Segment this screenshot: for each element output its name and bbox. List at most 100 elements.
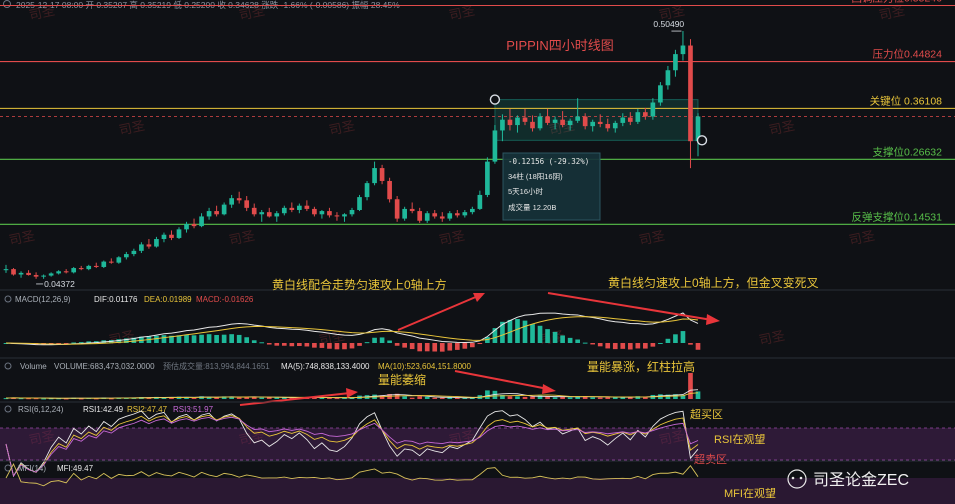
measure-duration: 5天16小时 — [508, 186, 544, 196]
macd-hist-bar — [251, 340, 257, 343]
macd-note-left: 黄白线配合走势匀速攻上0轴上方 — [272, 277, 447, 292]
macd-hist-bar — [372, 337, 377, 343]
candle-body — [409, 208, 415, 212]
macd-dif: DIF:0.01176 — [94, 295, 138, 304]
macd-hist-bar — [612, 343, 618, 350]
candle-body — [56, 271, 61, 274]
macd-hist-bar — [221, 334, 227, 343]
volume-bar — [424, 396, 430, 399]
macd-hist-bar — [582, 342, 588, 344]
volume-bar — [41, 398, 46, 400]
macd-hist-bar — [387, 340, 392, 343]
macd-hist-bar — [364, 342, 370, 344]
candle-body — [251, 207, 257, 215]
volume-bar — [507, 396, 513, 399]
macd-hist-bar — [206, 334, 212, 343]
volume-bar — [522, 396, 528, 399]
macd-hist-bar — [229, 334, 234, 343]
macd-hist-bar — [304, 343, 310, 347]
candle-body — [575, 116, 580, 121]
candle-body — [48, 273, 54, 276]
macd-hist-bar — [349, 343, 355, 349]
volume-bar — [515, 396, 520, 399]
volume-bar — [545, 396, 550, 399]
candle-body — [161, 234, 167, 240]
candle-body — [680, 45, 686, 55]
volume-bar — [530, 396, 535, 399]
macd-hist-bar — [635, 343, 641, 349]
candle-body — [214, 211, 219, 215]
volume-bar — [688, 373, 693, 399]
mfi-band — [0, 478, 955, 504]
volume-bar — [191, 397, 197, 399]
candle-body — [627, 117, 633, 122]
rsi-overbought-label: 超买区 — [690, 407, 723, 421]
candle-body — [582, 116, 588, 127]
measure-bars: 34柱 (18阳16阴) — [508, 171, 563, 181]
measure-anchor-start[interactable] — [489, 94, 501, 105]
volume-ma5: MA(5):748,838,133.4000 — [281, 362, 370, 371]
candle-body — [108, 261, 114, 263]
volume-bar — [454, 397, 460, 399]
level-label-2: 关键位 0.36108 — [870, 94, 943, 107]
candle-body — [447, 213, 453, 219]
volume-bar — [605, 397, 611, 399]
chart-svg: 司圣 司圣 司圣 司圣 司圣司圣 司圣 司圣 司圣司圣 司圣 司圣 司圣 司圣司圣 司圣 司圣 司圣司圣 司圣… — [0, 0, 955, 504]
candle-body — [297, 205, 302, 210]
macd-hist-bar — [161, 335, 167, 343]
candle-body — [530, 121, 535, 129]
brand-text: 司圣论金ZEC — [813, 471, 909, 489]
macd-hist-bar — [244, 337, 250, 343]
macd-hist-bar — [522, 320, 528, 343]
volume-bar — [597, 397, 603, 399]
macd-note-right: 黄白线匀速攻上0轴上方，但金叉变死叉 — [608, 275, 819, 290]
volume-note-left: 量能萎缩 — [378, 372, 426, 387]
rsi-3: RSI3:51.97 — [173, 405, 214, 414]
measure-anchor-end[interactable] — [696, 135, 708, 146]
macd-hist-bar — [560, 335, 565, 343]
candle-body — [259, 212, 265, 215]
candle-body — [169, 234, 174, 238]
mfi-value: MFI:49.47 — [57, 464, 94, 473]
candle-body — [515, 117, 520, 126]
macd-hist-bar — [665, 338, 671, 343]
candle-body — [477, 194, 483, 209]
candle-body — [357, 197, 362, 210]
volume-bar — [259, 397, 265, 399]
macd-hist-bar — [214, 335, 219, 343]
macd-hist-bar — [266, 343, 272, 345]
macd-hist-bar — [695, 343, 701, 350]
macd-hist-bar — [439, 343, 445, 352]
candle-body — [650, 102, 656, 117]
candle-body — [688, 45, 693, 142]
macd-hist-bar — [597, 343, 603, 347]
candle-body — [78, 268, 84, 270]
rsi-1: RSI1:42.49 — [83, 405, 124, 414]
volume-bar — [560, 396, 565, 399]
macd-hist-bar — [409, 343, 415, 350]
volume-bar — [417, 396, 423, 399]
candle-body — [665, 70, 671, 86]
candle-body — [86, 265, 92, 270]
level-label-3: 支撑位0.26632 — [873, 145, 943, 158]
macd-hist-bar — [567, 337, 573, 343]
macd-hist-bar — [417, 343, 423, 352]
macd-name: MACD(12,26,9) — [15, 295, 71, 304]
candle-body — [154, 239, 159, 247]
candle-body — [199, 216, 204, 227]
candle-body — [26, 272, 31, 276]
chart-title: PIPPIN四小时线图 — [506, 38, 614, 53]
measure-volume: 成交量 12.20B — [508, 202, 556, 212]
macd-legend: MACD(12,26,9) DIF:0.01176 DEA:0.01989 MA… — [4, 295, 254, 304]
candle-body — [116, 257, 122, 263]
macd-hist-bar — [394, 343, 400, 346]
high-price-label: 0.50490 — [653, 19, 684, 29]
macd-hist-bar — [379, 337, 385, 343]
level-label-0: 回调压力位0.55246 — [852, 0, 943, 4]
macd-hist-bar — [327, 343, 332, 349]
volume-bar — [643, 397, 648, 399]
volume-note-right: 量能暴涨，红柱拉高 — [587, 359, 695, 374]
macd-hist-bar — [424, 343, 430, 352]
candle-body — [191, 223, 197, 227]
candle-body — [658, 85, 663, 103]
